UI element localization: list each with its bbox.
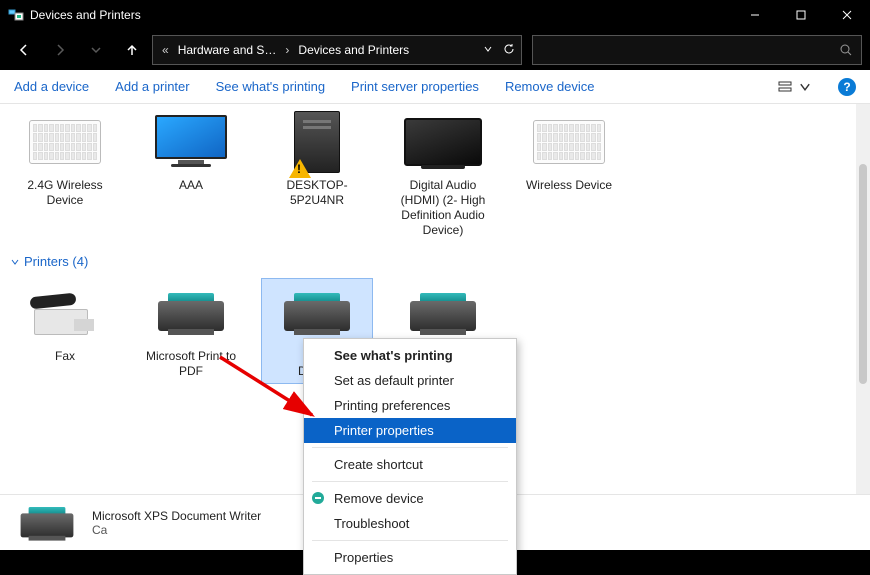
menu-separator	[312, 540, 508, 541]
device-item[interactable]: 2.4G Wireless Device	[14, 112, 116, 208]
minimize-button[interactable]	[732, 0, 778, 30]
context-menu: See what's printing Set as default print…	[303, 338, 517, 575]
scrollbar[interactable]	[856, 104, 870, 494]
device-item[interactable]: Wireless Device	[518, 112, 620, 193]
close-button[interactable]	[824, 0, 870, 30]
history-dropdown-icon[interactable]	[483, 43, 493, 58]
menu-properties[interactable]: Properties	[304, 545, 516, 570]
device-label: Wireless Device	[526, 178, 612, 193]
search-icon	[839, 43, 853, 57]
printer-item-fax[interactable]: Fax	[14, 283, 116, 364]
menu-create-shortcut[interactable]: Create shortcut	[304, 452, 516, 477]
menu-see-printing[interactable]: See what's printing	[304, 343, 516, 368]
device-label: Digital Audio (HDMI) (2- High Definition…	[392, 178, 494, 238]
breadcrumb-current[interactable]: Devices and Printers	[298, 43, 409, 57]
menu-set-default[interactable]: Set as default printer	[304, 368, 516, 393]
printer-icon	[21, 505, 74, 540]
monitor-icon	[155, 115, 227, 169]
device-item[interactable]: AAA	[140, 112, 242, 193]
back-button[interactable]	[8, 34, 40, 66]
command-bar: Add a device Add a printer See what's pr…	[0, 70, 870, 104]
search-input[interactable]	[532, 35, 862, 65]
up-button[interactable]	[116, 34, 148, 66]
device-label: DESKTOP-5P2U4NR	[266, 178, 368, 208]
cmd-add-device[interactable]: Add a device	[14, 79, 89, 94]
window-title: Devices and Printers	[30, 8, 141, 22]
details-category: Ca	[92, 523, 261, 537]
device-label: AAA	[179, 178, 203, 193]
device-item[interactable]: Digital Audio (HDMI) (2- High Definition…	[392, 112, 494, 238]
breadcrumb-parent[interactable]: Hardware and S…	[178, 43, 277, 57]
warning-icon	[289, 159, 311, 178]
forward-button[interactable]	[44, 34, 76, 66]
keyboard-icon	[533, 120, 605, 164]
display-icon	[404, 118, 482, 166]
printer-icon	[158, 291, 224, 335]
view-mode-button[interactable]	[778, 80, 812, 94]
address-bar[interactable]: « Hardware and S… › Devices and Printers	[152, 35, 522, 65]
printer-icon	[284, 291, 350, 335]
devices-grid: 2.4G Wireless Device AAA DESKTOP-5P2U4NR…	[0, 104, 870, 248]
chevron-down-icon	[10, 257, 20, 267]
titlebar: Devices and Printers	[0, 0, 870, 30]
menu-separator	[312, 447, 508, 448]
menu-remove-device[interactable]: Remove device	[304, 486, 516, 511]
menu-separator	[312, 481, 508, 482]
help-button[interactable]: ?	[838, 78, 856, 96]
details-name: Microsoft XPS Document Writer	[92, 509, 261, 523]
pc-icon	[294, 111, 340, 173]
device-label: 2.4G Wireless Device	[14, 178, 116, 208]
menu-printing-prefs[interactable]: Printing preferences	[304, 393, 516, 418]
printer-label: Fax	[55, 349, 75, 364]
menu-troubleshoot[interactable]: Troubleshoot	[304, 511, 516, 536]
chevron-left-icon: «	[159, 43, 172, 57]
menu-printer-properties[interactable]: Printer properties	[304, 418, 516, 443]
cmd-see-printing[interactable]: See what's printing	[216, 79, 325, 94]
chevron-down-icon	[798, 80, 812, 94]
recent-dropdown[interactable]	[80, 34, 112, 66]
printer-item-pdf[interactable]: Microsoft Print to PDF	[140, 283, 242, 379]
maximize-button[interactable]	[778, 0, 824, 30]
scrollbar-thumb[interactable]	[859, 164, 867, 384]
keyboard-icon	[29, 120, 101, 164]
printer-icon	[410, 291, 476, 335]
device-item[interactable]: DESKTOP-5P2U4NR	[266, 112, 368, 208]
chevron-right-icon: ›	[282, 43, 292, 57]
cmd-add-printer[interactable]: Add a printer	[115, 79, 189, 94]
refresh-icon[interactable]	[503, 43, 515, 58]
navbar: « Hardware and S… › Devices and Printers	[0, 30, 870, 70]
printer-label: Microsoft Print to PDF	[140, 349, 242, 379]
fax-icon	[30, 291, 100, 335]
remove-icon	[310, 490, 326, 506]
cmd-remove-device[interactable]: Remove device	[505, 79, 595, 94]
window-icon	[8, 7, 24, 23]
section-printers-header[interactable]: Printers (4)	[0, 248, 870, 275]
section-printers-label: Printers (4)	[24, 254, 88, 269]
cmd-server-properties[interactable]: Print server properties	[351, 79, 479, 94]
